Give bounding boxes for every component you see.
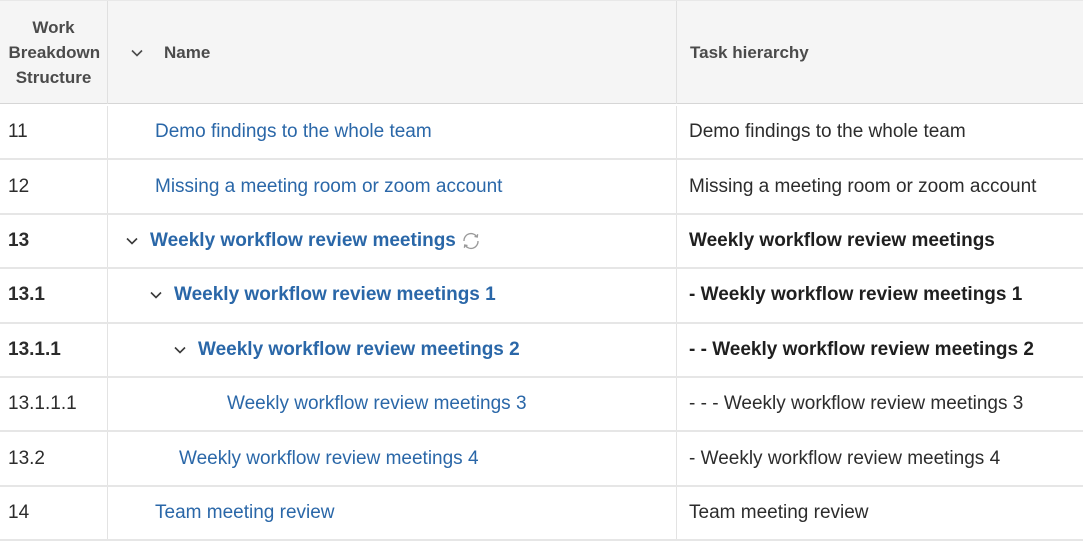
- task-name-link[interactable]: Demo findings to the whole team: [155, 121, 432, 143]
- hierarchy-cell: Team meeting review: [689, 501, 869, 523]
- table-header: Work Breakdown Structure Name Task hiera…: [0, 0, 1083, 104]
- column-header-hierarchy-label: Task hierarchy: [690, 42, 809, 62]
- chevron-down-icon[interactable]: [173, 343, 187, 357]
- name-cell: Weekly workflow review meetings 4: [108, 432, 677, 485]
- table-row[interactable]: 13.2 Weekly workflow review meetings 4 - W…: [0, 432, 1083, 487]
- hierarchy-cell: - Weekly workflow review meetings 4: [689, 447, 1001, 469]
- hierarchy-cell: Demo findings to the whole team: [689, 121, 966, 143]
- table-row[interactable]: 13.1.1.1 Weekly workflow review meetings …: [0, 377, 1083, 433]
- name-cell: Weekly workflow review meetings 1: [108, 269, 677, 322]
- hierarchy-cell: Missing a meeting room or zoom account: [689, 175, 1037, 197]
- recurring-icon: [463, 232, 479, 249]
- hierarchy-cell: Weekly workflow review meetings: [689, 229, 995, 251]
- name-cell: Weekly workflow review meetings 3: [108, 377, 677, 431]
- name-cell: Demo findings to the whole team: [108, 106, 677, 159]
- table-row[interactable]: 13.1 Weekly workflow review meetings 1 - W…: [0, 269, 1083, 324]
- task-name-link[interactable]: Weekly workflow review meetings 2: [198, 339, 520, 361]
- task-name-link[interactable]: Weekly workflow review meetings 3: [227, 393, 527, 415]
- table-body: 11 Demo findings to the whole team Demo fi…: [0, 106, 1083, 541]
- wbs-cell: 14: [0, 486, 108, 540]
- wbs-cell: 13.1.1.1: [0, 377, 108, 431]
- wbs-cell: 11: [0, 106, 108, 159]
- name-cell: Weekly workflow review meetings 2: [108, 323, 677, 376]
- name-cell: Weekly workflow review meetings: [108, 214, 677, 268]
- column-header-wbs-label: Work Breakdown Structure: [8, 18, 101, 87]
- hierarchy-cell: - Weekly workflow review meetings 1: [689, 284, 1023, 306]
- chevron-down-icon[interactable]: [130, 46, 144, 60]
- wbs-cell: 13.1.1: [0, 323, 108, 376]
- task-name-link[interactable]: Weekly workflow review meetings 4: [179, 448, 479, 470]
- table-row[interactable]: 13.1.1 Weekly workflow review meetings 2 -…: [0, 323, 1083, 378]
- table-row[interactable]: 11 Demo findings to the whole team Demo fi…: [0, 106, 1083, 161]
- chevron-down-icon[interactable]: [125, 234, 139, 248]
- wbs-cell: 13.1: [0, 269, 108, 322]
- hierarchy-cell: - - - Weekly workflow review meetings 3: [689, 393, 1024, 415]
- table-row[interactable]: 12 Missing a meeting room or zoom account…: [0, 160, 1083, 215]
- column-header-name[interactable]: Name: [108, 1, 677, 104]
- column-header-name-label: Name: [164, 42, 211, 62]
- wbs-cell: 13: [0, 214, 108, 268]
- task-name-link[interactable]: Weekly workflow review meetings 1: [174, 284, 496, 306]
- chevron-down-icon[interactable]: [149, 288, 163, 302]
- hierarchy-cell: - - Weekly workflow review meetings 2: [689, 338, 1034, 360]
- wbs-cell: 13.2: [0, 432, 108, 485]
- wbs-cell: 12: [0, 160, 108, 213]
- task-name-link[interactable]: Team meeting review: [155, 502, 335, 524]
- name-cell: Missing a meeting room or zoom account: [108, 160, 677, 213]
- task-name-link[interactable]: Weekly workflow review meetings: [150, 230, 456, 252]
- table-row[interactable]: 13 Weekly workflow review meetings Weekly …: [0, 214, 1083, 270]
- column-header-hierarchy[interactable]: Task hierarchy: [677, 1, 1083, 104]
- task-name-link[interactable]: Missing a meeting room or zoom account: [155, 176, 502, 198]
- column-header-wbs[interactable]: Work Breakdown Structure: [0, 1, 108, 104]
- table-row[interactable]: 14 Team meeting review Team meeting review: [0, 486, 1083, 541]
- task-table: Work Breakdown Structure Name Task hiera…: [0, 0, 1083, 541]
- name-cell: Team meeting review: [108, 486, 677, 540]
